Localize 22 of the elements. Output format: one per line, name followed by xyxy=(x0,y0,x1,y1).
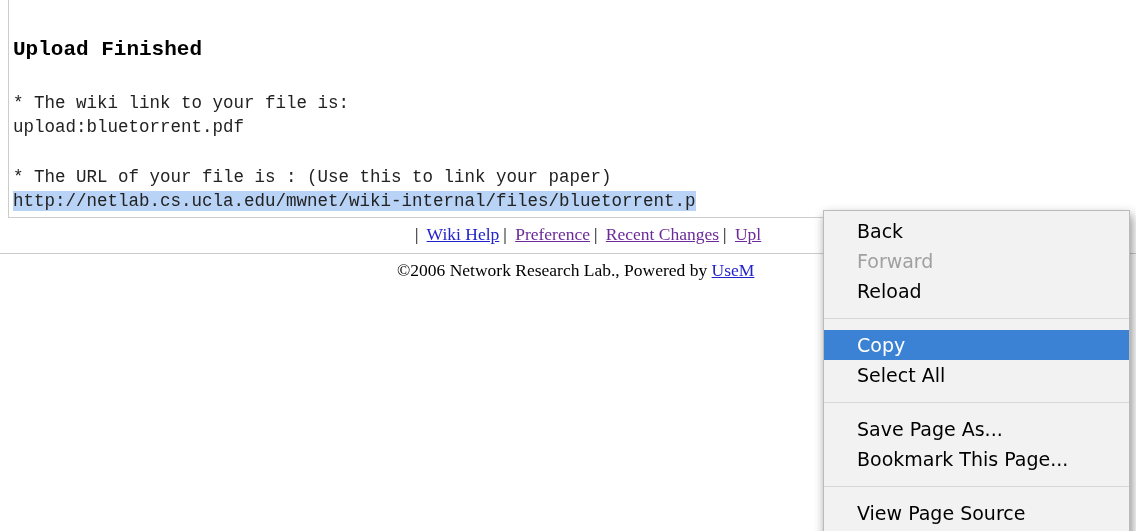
menu-item[interactable]: Select All xyxy=(824,360,1129,390)
nav-link[interactable]: Upl xyxy=(735,224,762,244)
link-separator: | xyxy=(723,224,727,244)
link-separator: | xyxy=(593,224,598,244)
nav-link[interactable]: Preference xyxy=(515,224,590,244)
menu-item[interactable]: Reload xyxy=(824,276,1129,306)
copyright-text: ©2006 Network Research Lab., Powered by xyxy=(397,260,709,280)
menu-item[interactable]: Copy xyxy=(824,330,1129,360)
selected-url-text: http://netlab.cs.ucla.edu/mwnet/wiki-internal/files/bluetorrent.p xyxy=(13,191,696,211)
menu-item[interactable]: View Page Source xyxy=(824,498,1129,528)
link-separator: | xyxy=(503,224,507,244)
body-text: * The wiki link to your file is: xyxy=(13,93,350,113)
nav-link[interactable]: Wiki Help xyxy=(426,224,500,244)
menu-item[interactable]: Back xyxy=(824,216,1129,246)
body-text: upload:bluetorrent.pdf xyxy=(13,117,245,137)
menu-item[interactable]: Save Page As... xyxy=(824,414,1129,444)
footer-link[interactable]: UseM xyxy=(711,260,755,280)
body-text: * The URL of your file is : (Use this to link your paper) xyxy=(13,167,612,187)
page-heading: Upload Finished xyxy=(13,38,204,61)
nav-link[interactable]: Recent Changes xyxy=(605,224,720,244)
link-separator: | xyxy=(415,224,419,244)
menu-item[interactable]: Bookmark This Page... xyxy=(824,444,1129,474)
